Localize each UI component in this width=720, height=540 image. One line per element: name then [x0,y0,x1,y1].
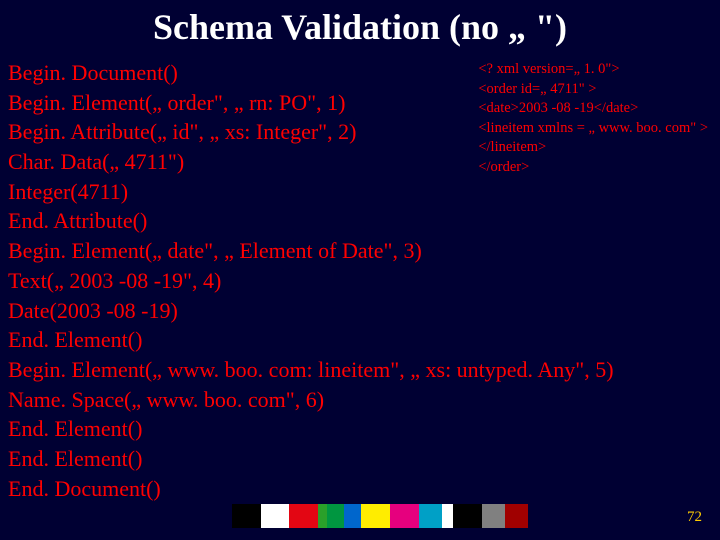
xml-line: <order id=„ 4711" > [478,80,708,100]
color-segment [318,504,327,528]
api-call-line: Date(2003 -08 -19) [8,296,712,326]
xml-line: <lineitem xmlns = „ www. boo. com" > [478,119,708,139]
slide-content: Begin. Document()Begin. Element(„ order"… [0,58,720,503]
slide-title: Schema Validation (no „ ") [0,0,720,58]
color-segment [261,504,290,528]
color-segment [390,504,419,528]
xml-line: <date>2003 -08 -19</date> [478,99,708,119]
api-call-line: Text(„ 2003 -08 -19", 4) [8,266,712,296]
api-call-line: End. Attribute() [8,206,712,236]
color-segment [361,504,390,528]
xml-line: <? xml version=„ 1. 0"> [478,60,708,80]
xml-line: </lineitem> [478,138,708,158]
xml-snippet: <? xml version=„ 1. 0"><order id=„ 4711"… [478,60,708,177]
api-call-line: Integer(4711) [8,177,712,207]
page-number: 72 [687,509,702,526]
color-bar [232,504,528,528]
api-call-line: End. Element() [8,414,712,444]
xml-line: </order> [478,158,708,178]
color-segment [327,504,344,528]
color-segment [482,504,505,528]
color-segment [442,504,453,528]
color-segment [232,504,261,528]
api-call-line: End. Element() [8,325,712,355]
color-segment [453,504,482,528]
api-call-line: End. Element() [8,444,712,474]
api-call-line: Begin. Element(„ date", „ Element of Dat… [8,236,712,266]
color-segment [344,504,361,528]
api-call-line: Name. Space(„ www. boo. com", 6) [8,385,712,415]
color-segment [505,504,528,528]
api-call-line: End. Document() [8,474,712,504]
color-segment [419,504,442,528]
color-segment [289,504,318,528]
api-call-line: Begin. Element(„ www. boo. com: lineitem… [8,355,712,385]
